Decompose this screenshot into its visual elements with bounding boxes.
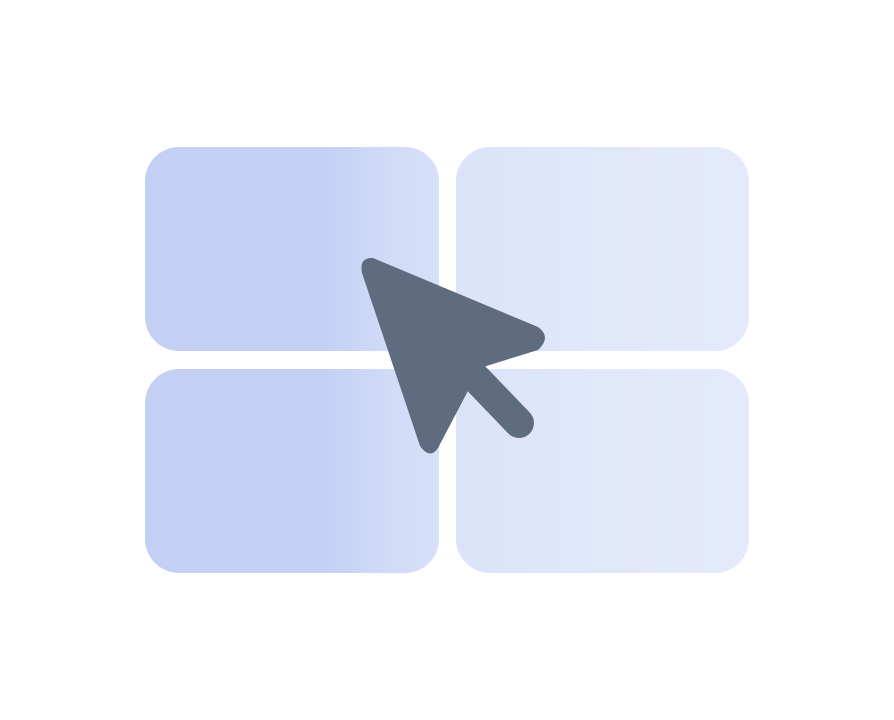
- tile-bottom-right: [456, 369, 749, 573]
- tile-bottom-left: [145, 369, 439, 573]
- select-window-icon: [0, 0, 894, 720]
- arrow-cursor-icon: [361, 257, 545, 454]
- tile-top-right: [456, 147, 749, 351]
- tile-top-left: [145, 147, 439, 351]
